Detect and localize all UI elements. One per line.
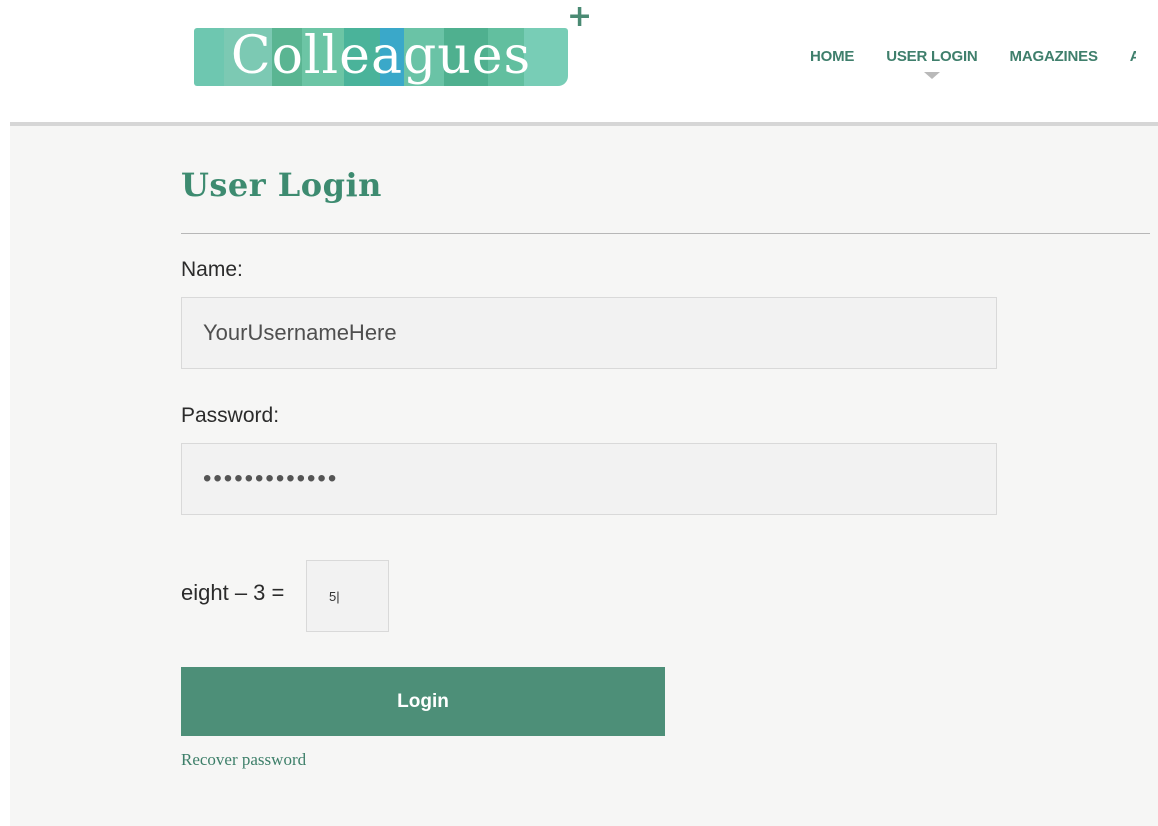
logo-text: Colleagues: [230, 28, 532, 86]
nav-user-login[interactable]: USER LOGIN: [886, 48, 978, 79]
site-header: Colleagues + HOME USER LOGIN MAGAZINES A: [0, 0, 1158, 126]
captcha-question: eight – 3 =: [181, 580, 285, 605]
password-input[interactable]: •••••••••••••: [181, 443, 997, 515]
nav-item-truncated[interactable]: A: [1130, 48, 1136, 65]
page-title: User Login: [181, 166, 382, 204]
login-button[interactable]: Login: [181, 667, 665, 736]
name-label: Name:: [181, 258, 243, 281]
recover-password-link[interactable]: Recover password: [181, 750, 306, 770]
captcha-answer-input[interactable]: 5|: [306, 560, 389, 632]
title-divider: [181, 233, 1150, 234]
main-nav: HOME USER LOGIN MAGAZINES A: [810, 48, 1136, 79]
nav-home[interactable]: HOME: [810, 48, 854, 65]
colleagues-logo[interactable]: Colleagues: [194, 28, 568, 86]
password-label: Password:: [181, 404, 280, 427]
logo-plus-icon: +: [567, 0, 593, 34]
username-input[interactable]: YourUsernameHere: [181, 297, 997, 369]
nav-magazines[interactable]: MAGAZINES: [1010, 48, 1098, 65]
